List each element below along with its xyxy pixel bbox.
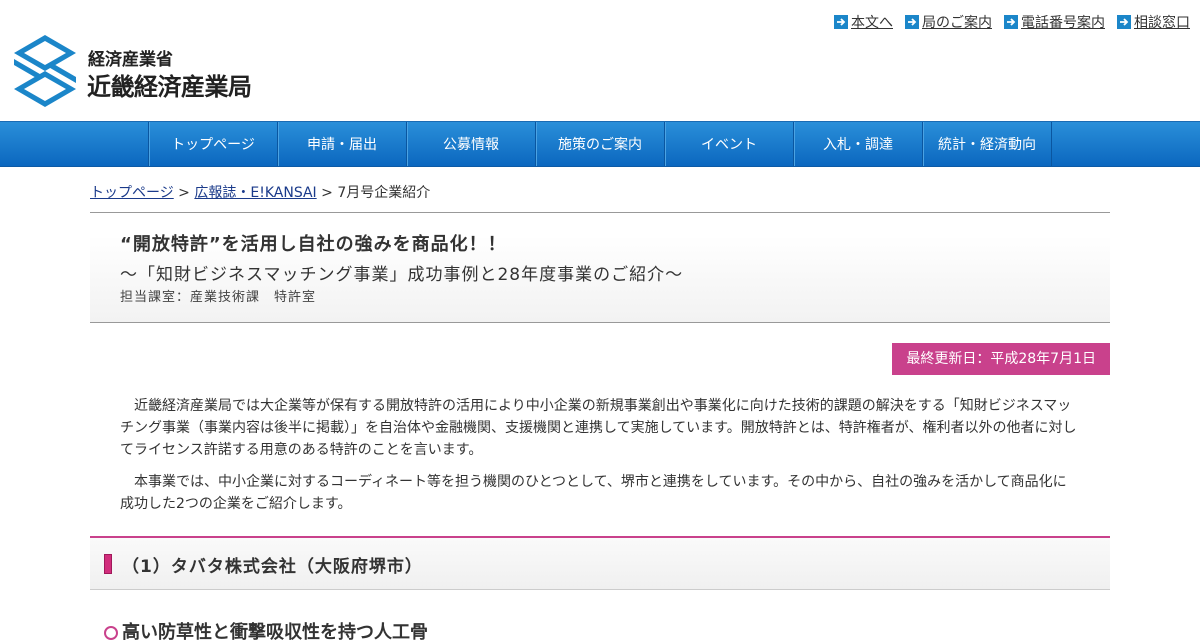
breadcrumb-current: 7月号企業紹介 (337, 185, 431, 201)
page-subtitle: ～「知財ビジネスマッチング事業」成功事例と28年度事業のご紹介～ (120, 265, 684, 285)
util-link-phone[interactable]: 電話番号案内 (1004, 12, 1105, 32)
breadcrumb-separator: > (316, 185, 338, 201)
last-updated-badge: 最終更新日：平成28年7月1日 (892, 343, 1110, 375)
site-logo[interactable]: 経済産業省 近畿経済産業局 (14, 35, 264, 107)
nav-item-procurement[interactable]: 入札・調達 (793, 122, 922, 166)
site-header: 経済産業省 近畿経済産業局 本文へ 局のご案内 電話番号案内 相談窓口 (0, 0, 1200, 121)
util-link-main-content[interactable]: 本文へ (834, 12, 893, 32)
body-paragraph: 本事業では、中小企業に対するコーディネート等を担う機関のひとつとして、堺市と連携… (120, 474, 1067, 512)
nav-item-public-offers[interactable]: 公募情報 (406, 122, 535, 166)
util-link-label: 局のご案内 (922, 15, 992, 31)
utility-links: 本文へ 局のご案内 電話番号案内 相談窓口 (834, 12, 1190, 32)
section-marker-icon (104, 554, 112, 574)
article-title-box: “開放特許”を活用し自社の強みを商品化！！ ～「知財ビジネスマッチング事業」成功… (90, 234, 1110, 323)
breadcrumb-magazine-link[interactable]: 広報誌・E!KANSAI (194, 185, 316, 201)
section-heading-text: （1）タバタ株式会社（大阪府堺市） (122, 557, 423, 577)
nav-item-policies[interactable]: 施策のご案内 (535, 122, 664, 166)
arrow-right-icon (834, 15, 848, 29)
arrow-right-icon (1117, 15, 1131, 29)
logo-bureau-text: 近畿経済産業局 (87, 73, 252, 101)
department-label: 担当課室：産業技術課 特許室 (120, 290, 317, 305)
breadcrumb-home-link[interactable]: トップページ (90, 185, 174, 201)
arrow-right-icon (1004, 15, 1018, 29)
util-link-label: 電話番号案内 (1021, 15, 1105, 31)
breadcrumb: トップページ > 広報誌・E!KANSAI > 7月号企業紹介 (90, 165, 1110, 213)
subsection-heading: 高い防草性と衝撃吸収性を持つ人工骨 (104, 618, 428, 644)
util-link-about[interactable]: 局のご案内 (905, 12, 992, 32)
updated-wrap: 最終更新日：平成28年7月1日 (90, 323, 1110, 375)
meti-logo-mark-icon (14, 35, 76, 107)
util-link-consultation[interactable]: 相談窓口 (1117, 12, 1190, 32)
circle-bullet-icon (104, 626, 118, 640)
util-link-label: 本文へ (851, 15, 893, 31)
nav-item-statistics[interactable]: 統計・経済動向 (922, 122, 1052, 166)
nav-item-applications[interactable]: 申請・届出 (277, 122, 406, 166)
arrow-right-icon (905, 15, 919, 29)
nav-item-top[interactable]: トップページ (148, 122, 277, 166)
main-content: トップページ > 広報誌・E!KANSAI > 7月号企業紹介 “開放特許”を活… (90, 165, 1110, 643)
page-title: “開放特許”を活用し自社の強みを商品化！！ (120, 234, 507, 255)
subsection-heading-text: 高い防草性と衝撃吸収性を持つ人工骨 (122, 622, 428, 643)
nav-item-events[interactable]: イベント (664, 122, 793, 166)
section-heading: （1）タバタ株式会社（大阪府堺市） (90, 536, 1110, 590)
global-nav: トップページ 申請・届出 公募情報 施策のご案内 イベント 入札・調達 統計・経… (0, 121, 1200, 167)
util-link-label: 相談窓口 (1134, 15, 1190, 31)
body-paragraph: 近畿経済産業局では大企業等が保有する開放特許の活用により中小企業の新規事業創出や… (120, 398, 1077, 458)
breadcrumb-separator: > (173, 185, 195, 201)
article-body: 近畿経済産業局では大企業等が保有する開放特許の活用により中小企業の新規事業創出や… (90, 395, 1110, 515)
